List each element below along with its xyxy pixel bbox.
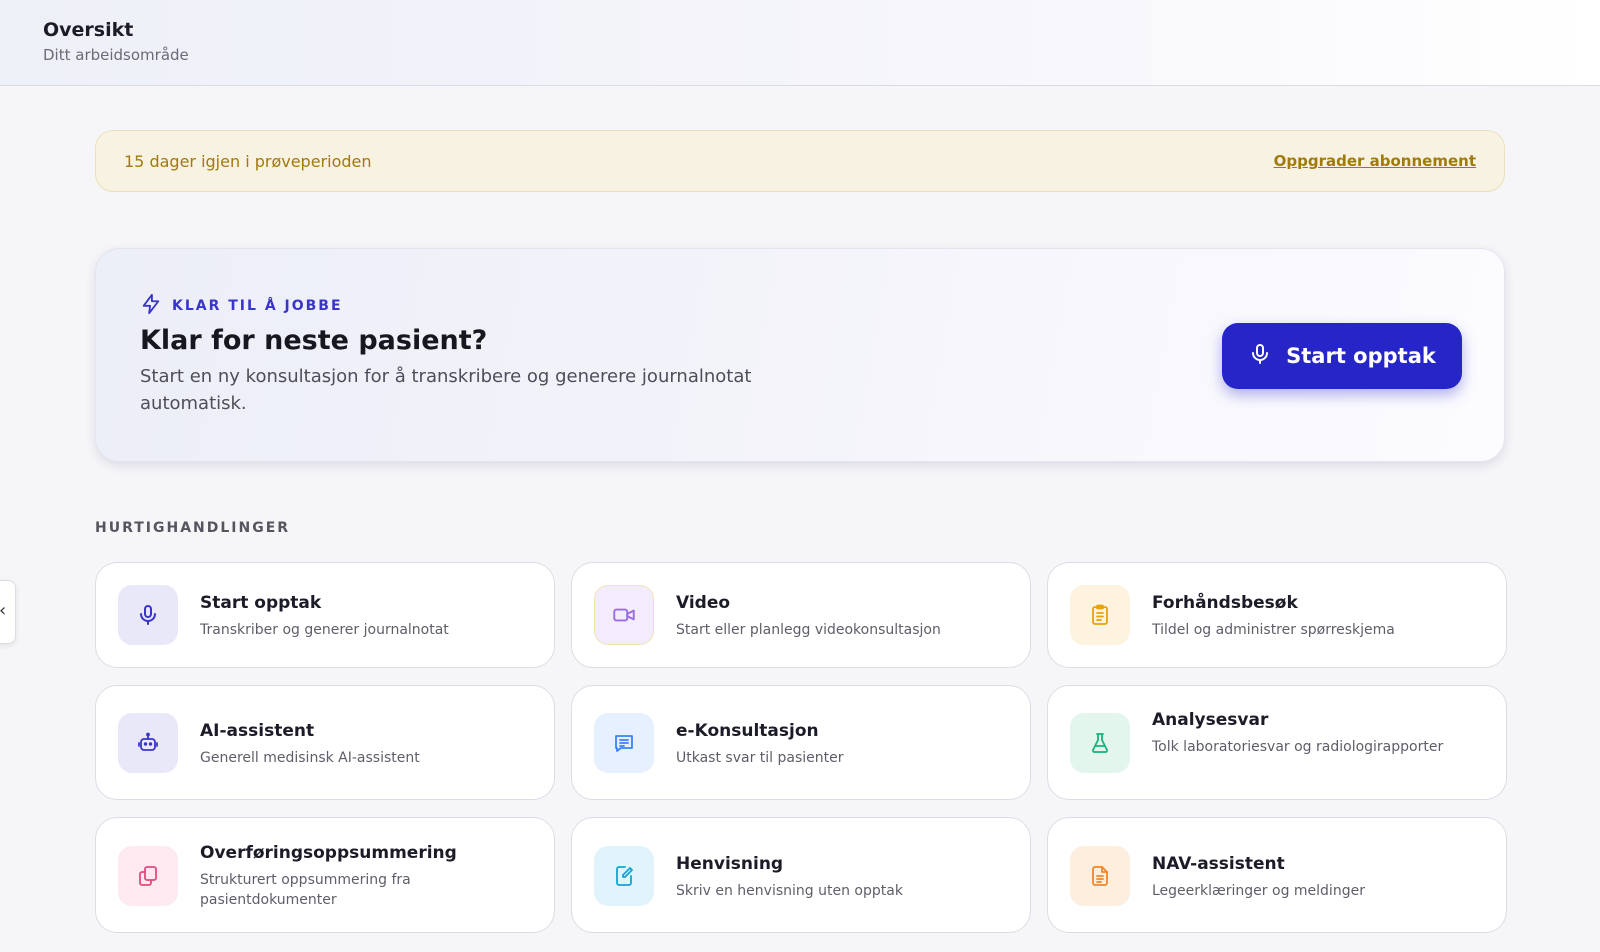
hero-eyebrow: KLAR TIL Å JOBBE	[140, 293, 343, 319]
quick-action-title: Henvisning	[676, 854, 784, 874]
microphone-icon	[1248, 342, 1272, 370]
page-subtitle: Ditt arbeidsområde	[43, 46, 189, 64]
page-title: Oversikt	[43, 19, 134, 41]
top-bar: Oversikt Ditt arbeidsområde	[0, 0, 1600, 86]
chevron-left-icon: ‹	[0, 600, 6, 621]
upgrade-link[interactable]: Oppgrader abonnement	[1274, 152, 1476, 170]
quick-action-description: Tolk laboratoriesvar og radiologirapport…	[1152, 739, 1444, 755]
quick-action-start-recording[interactable]: Start opptak Transkriber og generer jour…	[95, 562, 555, 668]
quick-action-description: Skriv en henvisning uten opptak	[676, 883, 903, 899]
documents-copy-icon	[118, 846, 178, 906]
quick-action-title: NAV-assistent	[1152, 854, 1285, 874]
chat-message-icon	[594, 713, 654, 773]
quick-action-description: Legeerklæringer og meldinger	[1152, 883, 1365, 899]
trial-message: 15 dager igjen i prøveperioden	[124, 152, 372, 171]
quick-action-title: e-Konsultasjon	[676, 721, 819, 741]
quick-action-description: Tildel og administrer spørreskjema	[1152, 622, 1395, 638]
document-text-icon	[1070, 846, 1130, 906]
flask-icon	[1070, 713, 1130, 773]
video-camera-icon	[594, 585, 654, 645]
quick-action-transfer-summary[interactable]: Overføringsoppsummering Strukturert opps…	[95, 817, 555, 933]
hero-heading: Klar for neste pasient?	[140, 325, 488, 356]
sidebar-toggle[interactable]: ‹	[0, 580, 16, 644]
start-recording-button[interactable]: Start opptak	[1222, 323, 1462, 389]
quick-action-title: Video	[676, 593, 731, 613]
quick-action-e-consultation[interactable]: e-Konsultasjon Utkast svar til pasienter	[571, 685, 1031, 800]
quick-action-lab-results[interactable]: Analysesvar Tolk laboratoriesvar og radi…	[1047, 685, 1507, 800]
ready-hero-card: KLAR TIL Å JOBBE Klar for neste pasient?…	[95, 248, 1505, 462]
quick-action-title: AI-assistent	[200, 721, 315, 741]
quick-action-description: Generell medisinsk AI-assistent	[200, 750, 420, 766]
quick-actions-title: HURTIGHANDLINGER	[95, 520, 291, 536]
quick-action-nav-assistant[interactable]: NAV-assistent Legeerklæringer og melding…	[1047, 817, 1507, 933]
robot-icon	[118, 713, 178, 773]
quick-action-video[interactable]: Video Start eller planlegg videokonsulta…	[571, 562, 1031, 668]
quick-action-description: Strukturert oppsummering fra pasientdoku…	[200, 872, 411, 908]
trial-banner: 15 dager igjen i prøveperioden Oppgrader…	[95, 130, 1505, 192]
quick-action-title: Overføringsoppsummering	[200, 843, 457, 863]
quick-action-title: Start opptak	[200, 593, 322, 613]
file-edit-icon	[594, 846, 654, 906]
lightning-icon	[140, 293, 162, 319]
quick-action-title: Forhåndsbesøk	[1152, 593, 1298, 613]
quick-action-description: Transkriber og generer journalnotat	[200, 622, 449, 638]
hero-description: Start en ny konsultasjon for å transkrib…	[140, 366, 752, 414]
quick-action-description: Start eller planlegg videokonsultasjon	[676, 622, 941, 638]
quick-action-title: Analysesvar	[1152, 710, 1269, 730]
clipboard-list-icon	[1070, 585, 1130, 645]
quick-action-ai-assistant[interactable]: AI-assistent Generell medisinsk AI-assis…	[95, 685, 555, 800]
hero-eyebrow-label: KLAR TIL Å JOBBE	[172, 298, 343, 314]
quick-action-description: Utkast svar til pasienter	[676, 750, 844, 766]
quick-action-pre-visit[interactable]: Forhåndsbesøk Tildel og administrer spør…	[1047, 562, 1507, 668]
quick-action-referral[interactable]: Henvisning Skriv en henvisning uten oppt…	[571, 817, 1031, 933]
start-recording-label: Start opptak	[1286, 344, 1436, 368]
microphone-icon	[118, 585, 178, 645]
